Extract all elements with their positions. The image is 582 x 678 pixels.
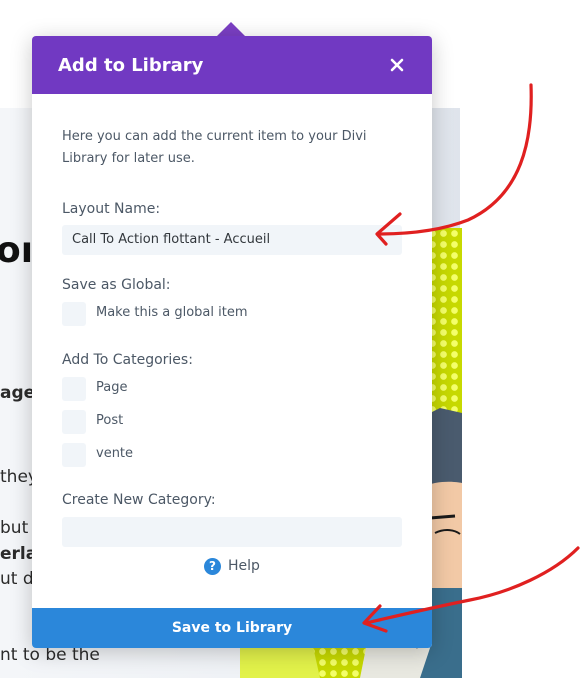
new-category-label: Create New Category:	[62, 492, 216, 508]
close-button[interactable]	[384, 52, 410, 78]
modal-description: Here you can add the current item to you…	[62, 129, 367, 166]
page-text-line: age	[0, 383, 36, 403]
category-checkbox[interactable]	[62, 377, 86, 401]
close-icon	[390, 58, 404, 72]
layout-name-input[interactable]: Call To Action flottant - Accueil	[62, 225, 402, 255]
layout-name-label: Layout Name:	[62, 201, 161, 217]
modal-title: Add to Library	[58, 55, 204, 76]
new-category-input[interactable]	[62, 517, 402, 547]
modal-header: Add to Library	[32, 36, 432, 94]
category-label: vente	[96, 446, 134, 461]
category-checkbox[interactable]	[62, 410, 86, 434]
help-label: Help	[228, 558, 260, 574]
page-text-line: but	[0, 518, 29, 538]
page-text-line: nt to be the	[0, 645, 100, 665]
category-label: Page	[96, 380, 128, 395]
save-to-library-button[interactable]: Save to Library	[32, 608, 432, 648]
add-to-library-modal: Add to Library Here you can add the curr…	[32, 36, 432, 648]
category-checkbox[interactable]	[62, 443, 86, 467]
page-heading-fragment: oı	[0, 230, 34, 271]
save-as-global-label: Save as Global:	[62, 277, 171, 293]
category-label: Post	[96, 413, 124, 428]
modal-pointer-arrow	[216, 22, 246, 37]
categories-label: Add To Categories:	[62, 352, 193, 368]
global-item-checkbox[interactable]	[62, 302, 86, 326]
global-item-label: Make this a global item	[96, 305, 248, 320]
help-icon: ?	[204, 558, 221, 575]
